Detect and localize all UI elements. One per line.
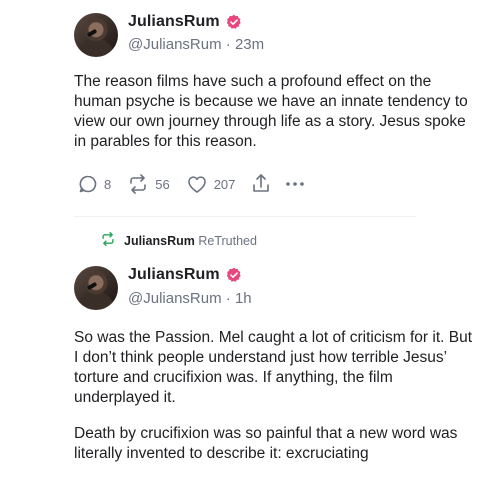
post-body: So was the Passion. Mel caught a lot of … bbox=[74, 328, 476, 464]
post-text: The reason films have such a profound ef… bbox=[74, 73, 468, 150]
like-button[interactable]: 207 bbox=[186, 174, 236, 194]
reply-button[interactable]: 8 bbox=[78, 174, 111, 194]
avatar-image-detail bbox=[86, 281, 98, 291]
author-handle-row: @JuliansRum · 1h bbox=[128, 290, 252, 307]
post-paragraph: Death by crucifixion was so painful that… bbox=[74, 425, 458, 462]
retruth-count: 56 bbox=[155, 176, 170, 192]
avatar[interactable] bbox=[74, 266, 118, 310]
reply-count: 8 bbox=[104, 176, 112, 192]
avatar[interactable] bbox=[74, 13, 118, 57]
like-icon bbox=[186, 174, 208, 194]
reply-icon bbox=[78, 174, 98, 194]
post-body: The reason films have such a profound ef… bbox=[74, 72, 476, 152]
author-row: JuliansRum bbox=[128, 13, 242, 31]
post-timestamp[interactable]: 1h bbox=[235, 290, 252, 307]
post-timestamp[interactable]: 23m bbox=[235, 36, 264, 53]
like-count: 207 bbox=[213, 176, 236, 192]
retruth-icon bbox=[100, 232, 116, 249]
separator-dot: · bbox=[225, 290, 235, 307]
more-options-button[interactable] bbox=[285, 181, 305, 187]
author-display-name[interactable]: JuliansRum bbox=[128, 266, 220, 284]
retruth-icon bbox=[127, 174, 149, 194]
author-row: JuliansRum bbox=[128, 266, 242, 284]
separator-dot: · bbox=[225, 36, 235, 53]
verified-badge-icon bbox=[226, 14, 242, 30]
verified-badge-icon bbox=[226, 267, 242, 283]
post-paragraph: So was the Passion. Mel caught a lot of … bbox=[74, 329, 472, 406]
share-icon bbox=[251, 173, 271, 195]
author-handle-row: @JuliansRum · 23m bbox=[128, 36, 264, 53]
retruth-label: ReTruthed bbox=[198, 233, 257, 248]
retruth-banner: JuliansRum ReTruthed bbox=[100, 232, 257, 249]
author-handle[interactable]: @JuliansRum bbox=[128, 290, 222, 307]
more-icon bbox=[285, 181, 305, 187]
post-actions: 8 56 207 bbox=[78, 172, 321, 196]
author-handle[interactable]: @JuliansRum bbox=[128, 36, 222, 53]
author-display-name[interactable]: JuliansRum bbox=[128, 13, 220, 31]
retruth-author-name[interactable]: JuliansRum bbox=[124, 234, 195, 248]
avatar-image-detail bbox=[86, 28, 98, 38]
share-button[interactable] bbox=[251, 173, 271, 195]
retruth-button[interactable]: 56 bbox=[127, 174, 170, 194]
post-divider bbox=[74, 216, 416, 217]
